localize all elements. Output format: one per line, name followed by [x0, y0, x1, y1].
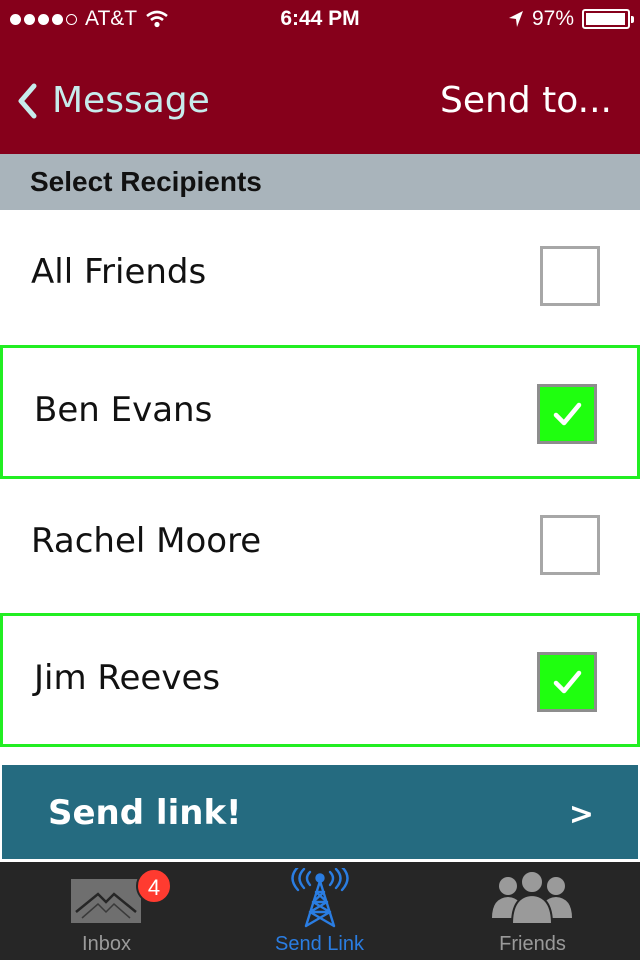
recipient-row[interactable]: Rachel Moore — [0, 479, 640, 613]
recipient-row[interactable]: Ben Evans — [0, 345, 640, 479]
section-title: Select Recipients — [30, 166, 262, 197]
location-arrow-icon — [508, 11, 523, 27]
status-right: 97% — [508, 7, 634, 31]
recipient-name: All Friends — [31, 252, 207, 292]
recipient-checkbox[interactable] — [540, 515, 600, 575]
battery-icon — [582, 9, 634, 29]
tab-label: Inbox — [82, 933, 131, 955]
send-link-label: Send link! — [48, 793, 242, 833]
checkmark-icon — [553, 670, 582, 694]
tab-label: Send Link — [275, 933, 364, 955]
recipient-row[interactable]: Jim Reeves — [0, 613, 640, 747]
antenna-icon — [291, 868, 349, 928]
tab-send-link[interactable]: Send Link — [213, 862, 426, 960]
recipient-row[interactable]: All Friends — [0, 210, 640, 344]
header: AT&T 6:44 PM 97% Message Send to... — [0, 0, 640, 154]
recipient-checkbox[interactable] — [537, 384, 597, 444]
section-header: Select Recipients — [0, 154, 640, 210]
inbox-badge: 4 — [136, 868, 172, 904]
tab-bar: 4 Inbox Send Link Friends — [0, 862, 640, 960]
recipient-name: Rachel Moore — [31, 521, 262, 561]
status-bar: AT&T 6:44 PM 97% — [0, 0, 640, 40]
tab-friends[interactable]: Friends — [426, 862, 639, 960]
recipient-name: Jim Reeves — [34, 658, 221, 698]
back-label: Message — [52, 80, 210, 121]
checkmark-icon — [553, 402, 582, 426]
people-icon — [492, 870, 572, 925]
chevron-right-icon: > — [568, 797, 594, 832]
battery-percent: 97% — [531, 7, 574, 30]
chevron-left-icon — [18, 83, 37, 118]
recipient-checkbox[interactable] — [540, 246, 600, 306]
recipient-checkbox[interactable] — [537, 652, 597, 712]
back-button[interactable]: Message — [16, 80, 210, 121]
envelope-icon — [71, 879, 141, 923]
send-link-button[interactable]: Send link! > — [2, 765, 638, 859]
battery-fill — [586, 13, 625, 25]
recipient-name: Ben Evans — [34, 390, 213, 430]
tab-inbox[interactable]: 4 Inbox — [0, 862, 213, 960]
tab-label: Friends — [499, 933, 566, 955]
send-to-title: Send to... — [440, 80, 612, 121]
